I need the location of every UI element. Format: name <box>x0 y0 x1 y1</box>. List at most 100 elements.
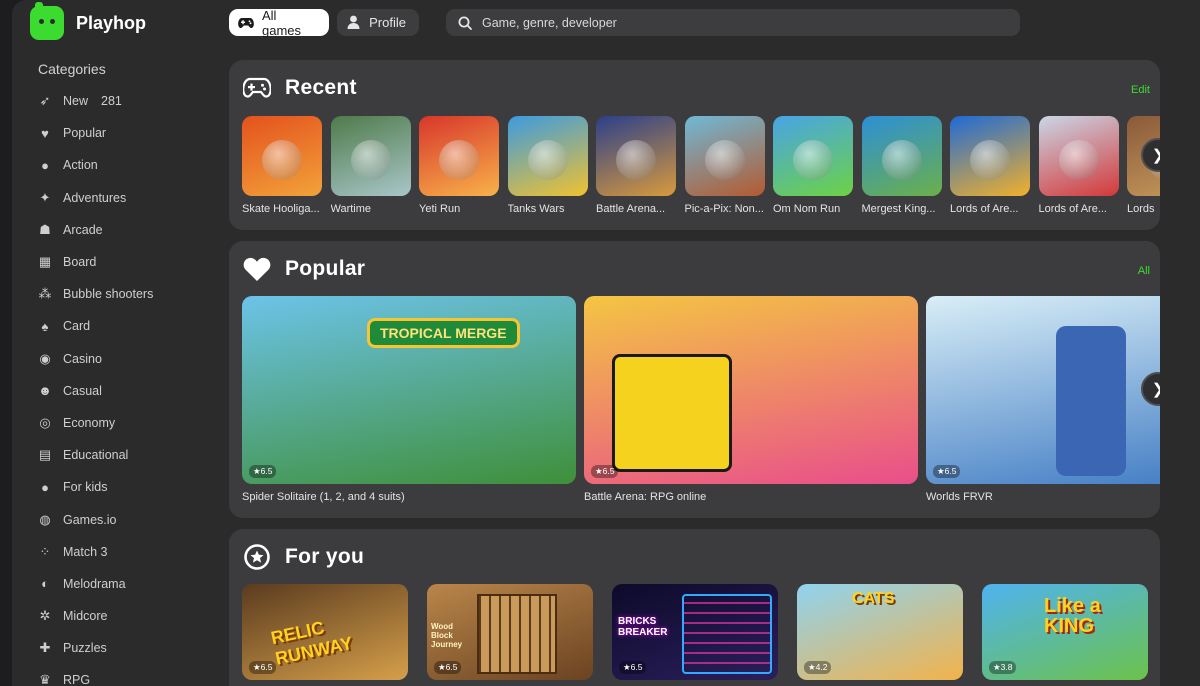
sidebar-item-action[interactable]: ● Action <box>38 149 218 181</box>
star-icon: ★ <box>937 466 945 476</box>
sidebar-item-label: Educational <box>63 448 129 463</box>
game-name: Worlds FRVR <box>926 491 993 503</box>
game-name: Lords of Are... <box>950 203 1019 215</box>
sidebar-item-puzzles[interactable]: ✚ Puzzles <box>38 632 218 664</box>
sidebar-item-games-io[interactable]: ◍ Games.io <box>38 503 218 535</box>
game-tile[interactable]: Battle Arena... <box>596 116 676 215</box>
banner-text: RELIC RUNWAY <box>269 617 355 669</box>
sidebar-item-label: Puzzles <box>63 641 107 656</box>
game-thumbnail <box>507 116 588 196</box>
heart-icon: ♥ <box>41 125 49 141</box>
sidebar-item-label: For kids <box>63 480 108 495</box>
rating-badge: ★3.8 <box>989 661 1017 674</box>
coins-icon: ◎ <box>39 414 51 430</box>
game-tile[interactable]: Yeti Run <box>419 116 499 215</box>
star-icon: ★ <box>623 662 631 672</box>
popular-section: Popular All TROPICAL MERGE ★6.5 Spider Sol… <box>229 241 1160 518</box>
banner-text: TROPICAL MERGE <box>367 318 520 348</box>
app-window: Playhop All games Profile Game, genre, d… <box>12 0 1200 686</box>
rating-value: 6.5 <box>602 466 615 476</box>
sidebar-item-for-kids[interactable]: ● For kids <box>38 471 218 503</box>
game-card[interactable]: RELIC RUNWAY ★6.5 <box>242 584 408 680</box>
game-card[interactable]: CATS ★4.2 <box>797 584 963 680</box>
sidebar-item-label: Card <box>63 319 91 334</box>
game-card[interactable]: BRICKS BREAKER ★6.5 <box>612 584 778 680</box>
masks-icon: ◐ <box>41 576 49 592</box>
game-name: Tanks Wars <box>507 203 565 215</box>
section-title: For you <box>285 545 365 568</box>
ghost-icon: ☗ <box>39 221 51 237</box>
sidebar-item-board[interactable]: ▦ Board <box>38 246 218 278</box>
game-card[interactable]: ★6.5 Battle Arena: RPG online <box>584 296 918 503</box>
sidebar-item-match-3[interactable]: ⁘ Match 3 <box>38 536 218 568</box>
game-card[interactable]: Like a KING ★3.8 <box>982 584 1148 680</box>
logo[interactable]: Playhop <box>30 2 147 40</box>
game-tile[interactable]: Wartime <box>330 116 411 215</box>
for-you-section: For you RELIC RUNWAY ★6.5 Wood Block Journ… <box>229 529 1160 686</box>
sidebar-item-casual[interactable]: ☻ Casual <box>38 375 218 407</box>
tab-profile[interactable]: Profile <box>337 9 419 36</box>
board-icon: ▦ <box>38 254 52 270</box>
sidebar-item-arcade[interactable]: ☗ Arcade <box>38 214 218 246</box>
sidebar-item-new[interactable]: ➶ New 281 <box>38 85 218 117</box>
sidebar-item-label: Casino <box>63 351 102 366</box>
sidebar-item-label: Games.io <box>63 512 117 527</box>
bomb-icon: ● <box>41 157 49 173</box>
game-tile[interactable]: Mergest King... <box>861 116 942 215</box>
new-count: 281 <box>101 94 122 109</box>
edit-link[interactable]: Edit <box>1131 84 1150 96</box>
sidebar-item-adventures[interactable]: ✦ Adventures <box>38 182 218 214</box>
app-name: Playhop <box>76 12 147 33</box>
banner-text: BRICKS BREAKER <box>618 616 668 638</box>
game-name: Yeti Run <box>419 203 461 215</box>
sidebar-item-label: Match 3 <box>63 544 108 559</box>
search-input[interactable]: Game, genre, developer <box>446 9 1020 36</box>
game-tile[interactable]: Lords of Are... <box>1038 116 1119 215</box>
tab-all-games[interactable]: All games <box>229 8 329 38</box>
balloon-icon: ● <box>41 479 49 495</box>
game-tile[interactable]: Pic-a-Pix: Non... <box>684 116 765 215</box>
chevron-right-icon: ❯ <box>1152 146 1160 164</box>
banner-text: Wood Block Journey <box>431 622 463 649</box>
sidebar-item-bubble-shooters[interactable]: ⁂ Bubble shooters <box>38 278 218 310</box>
rating-badge: ★4.2 <box>804 661 832 674</box>
game-name: Battle Arena: RPG online <box>584 491 707 503</box>
sidebar-item-midcore[interactable]: ✲ Midcore <box>38 600 218 632</box>
game-tile[interactable]: Skate Hooliga... <box>242 116 322 215</box>
rating-value: 6.5 <box>260 662 273 672</box>
sidebar-item-label: Midcore <box>63 609 108 624</box>
sidebar-item-card[interactable]: ♠ Card <box>38 310 218 342</box>
star-icon: ★ <box>993 662 1001 672</box>
bubbles-icon: ⁂ <box>38 286 52 302</box>
sidebar-item-popular[interactable]: ♥ Popular <box>38 117 218 149</box>
game-card[interactable]: TROPICAL MERGE ★6.5 Spider Solitaire (1, 2… <box>242 296 576 503</box>
profile-icon <box>346 15 361 31</box>
sidebar-item-casino[interactable]: ◉ Casino <box>38 343 218 375</box>
section-title: Recent <box>285 76 357 99</box>
search-icon <box>457 15 473 31</box>
game-thumbnail <box>684 116 765 196</box>
game-tile[interactable]: Lords of Are... <box>950 116 1030 215</box>
star-icon: ★ <box>253 466 261 476</box>
game-tile[interactable]: Om Nom Run <box>773 116 853 215</box>
game-card[interactable]: Wood Block Journey ★6.5 <box>427 584 593 680</box>
io-icon: ◍ <box>39 511 51 527</box>
compass-icon: ✦ <box>39 189 51 205</box>
game-tile[interactable]: Tanks Wars <box>507 116 588 215</box>
sidebar: ➶ New 281 ♥ Popular ● Action ✦ Adventures ☗ Arcade… <box>38 85 218 686</box>
game-name: Wartime <box>330 203 372 215</box>
block-grid <box>477 594 557 674</box>
rating-value: 6.5 <box>944 466 957 476</box>
sidebar-item-melodrama[interactable]: ◐ Melodrama <box>38 568 218 600</box>
rocket-icon: ➶ <box>39 93 51 109</box>
recent-section: Recent Edit Skate Hooliga... Wartime Yeti … <box>229 60 1160 230</box>
rating-value: 4.2 <box>815 662 828 672</box>
sidebar-item-educational[interactable]: ▤ Educational <box>38 439 218 471</box>
sidebar-item-rpg[interactable]: ♛ RPG <box>38 664 218 686</box>
game-card[interactable]: ★6.5 Worlds FRVR <box>926 296 1160 503</box>
banner-text: Like a KING <box>1044 595 1101 637</box>
rating-value: 6.5 <box>445 662 458 672</box>
all-link[interactable]: All <box>1138 265 1150 277</box>
sidebar-item-economy[interactable]: ◎ Economy <box>38 407 218 439</box>
search-placeholder: Game, genre, developer <box>482 15 617 30</box>
